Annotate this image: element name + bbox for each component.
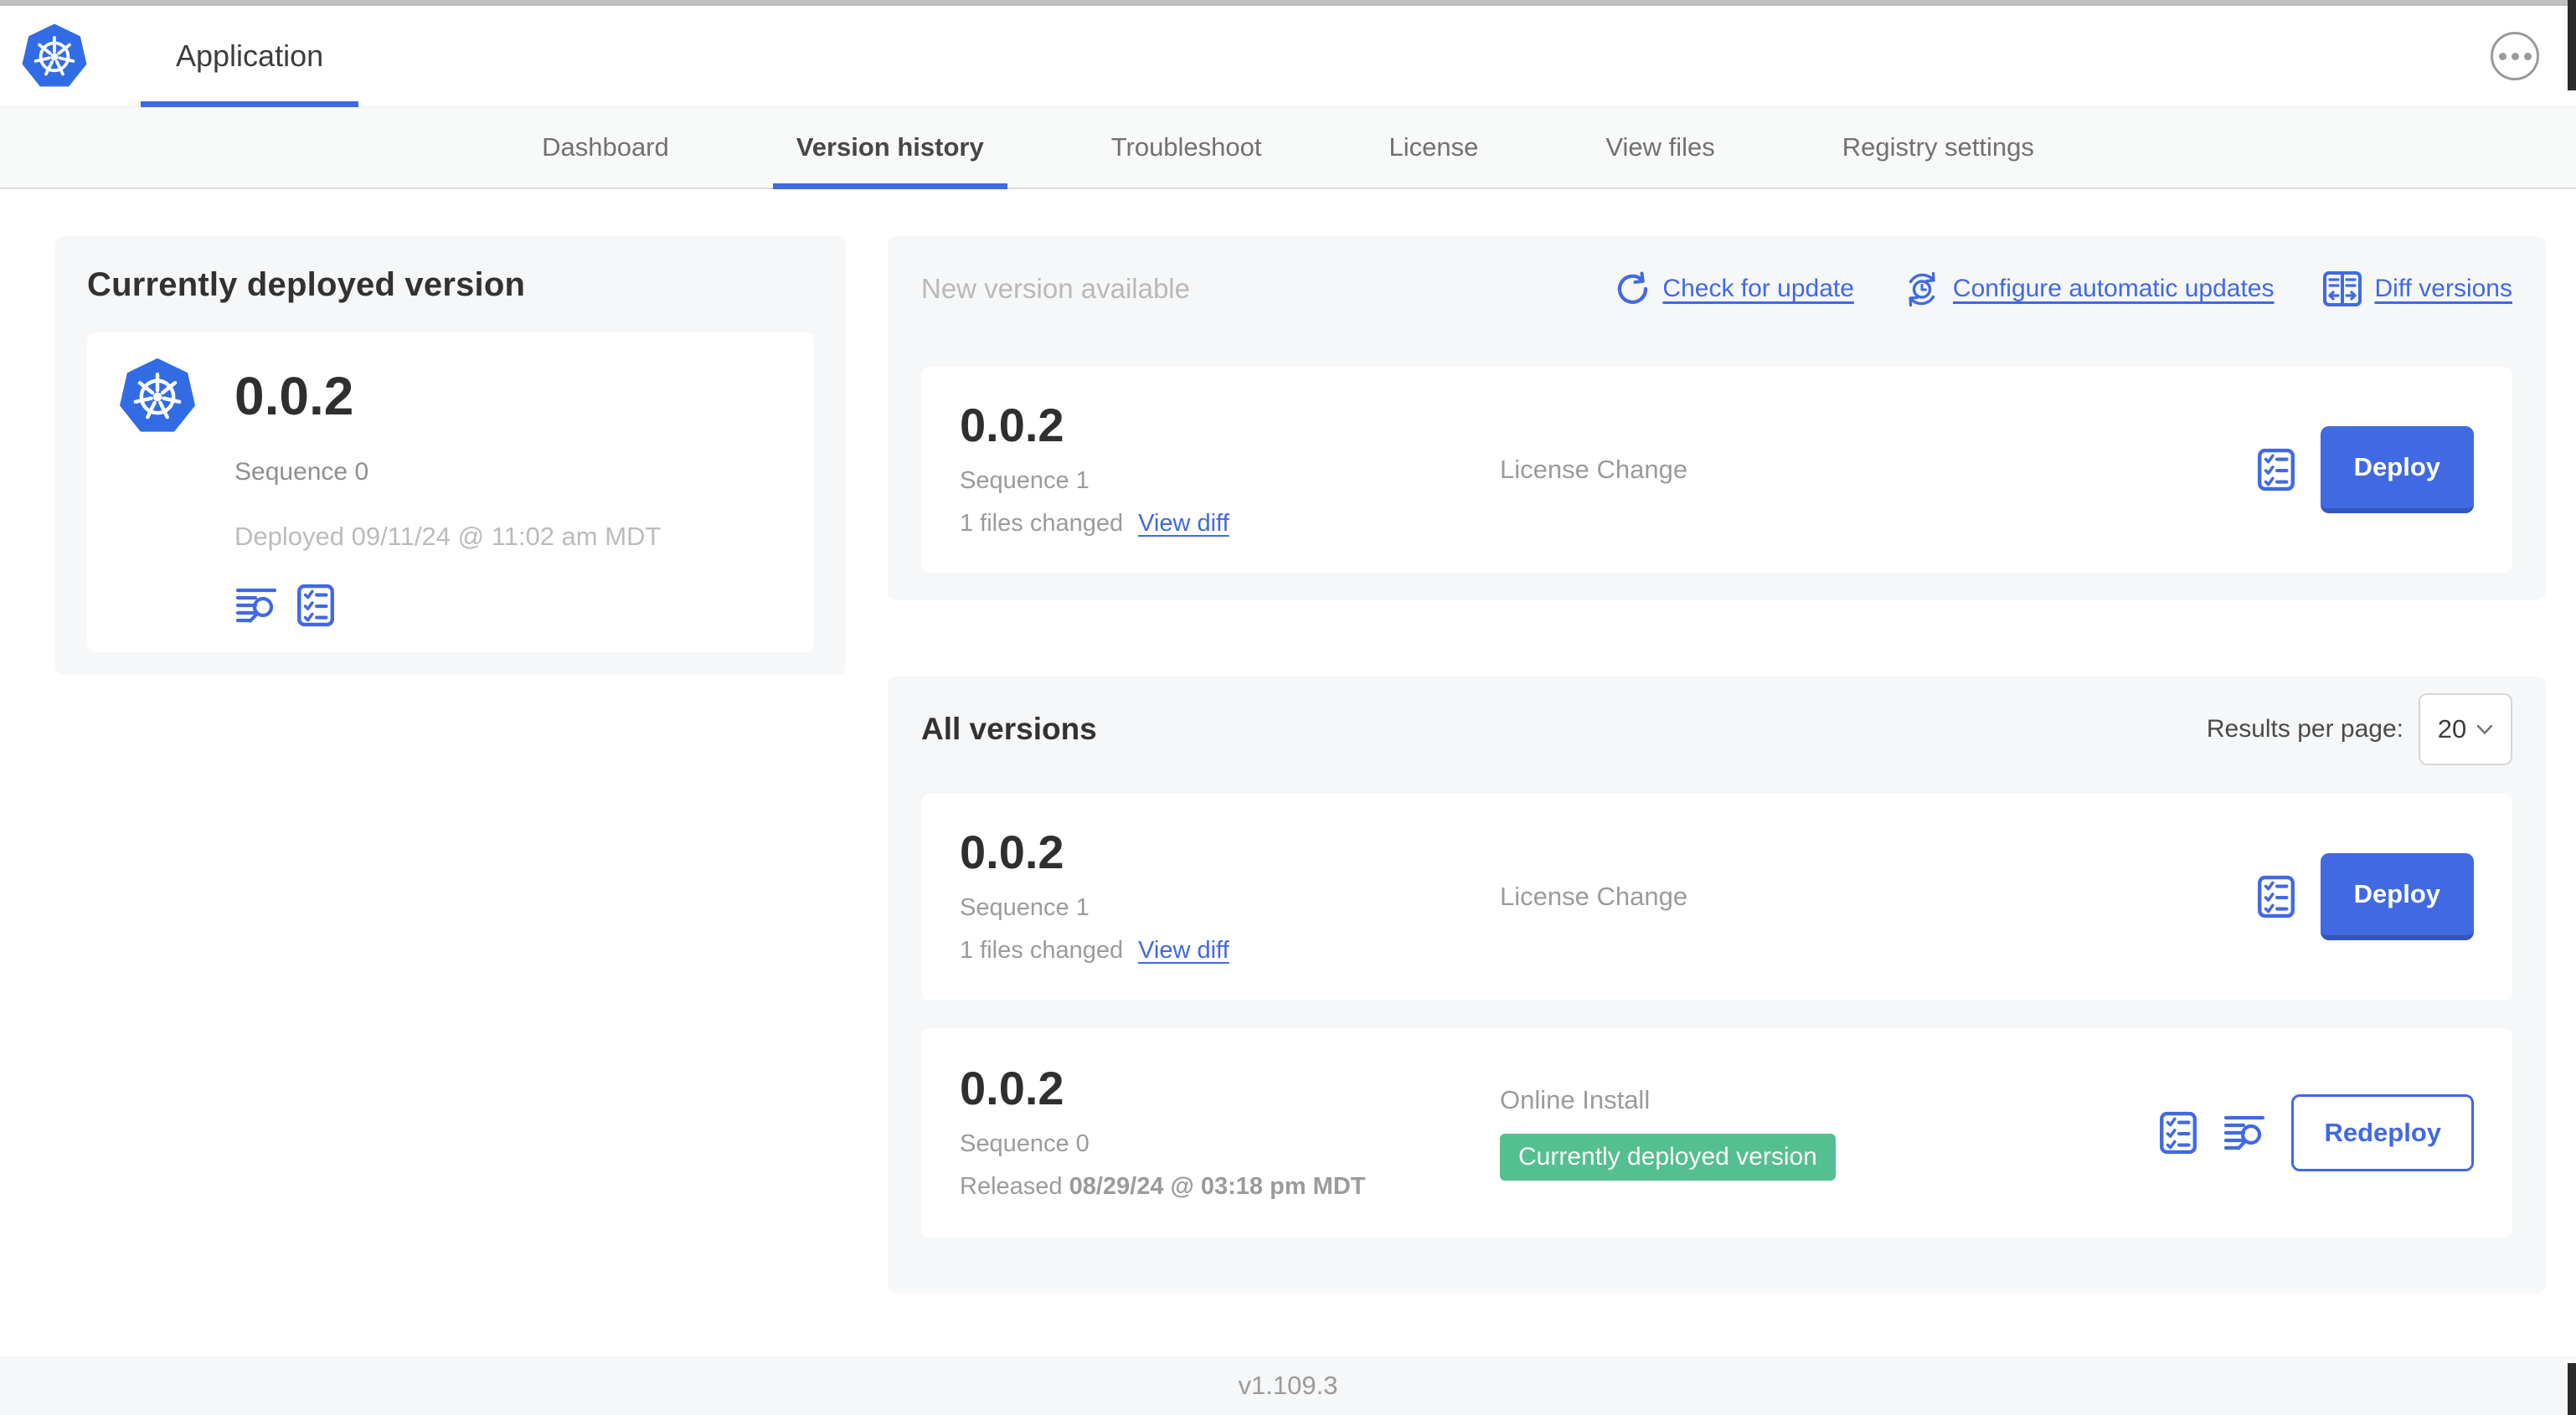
preflight-checks-icon[interactable]	[2257, 875, 2295, 918]
diff-versions-link[interactable]: Diff versions	[2322, 270, 2512, 307]
tab-troubleshoot[interactable]: Troubleshoot	[1088, 107, 1285, 188]
view-diff-link[interactable]: View diff	[1138, 510, 1229, 538]
deployed-sequence: Sequence 0	[234, 458, 369, 486]
version-number: 0.0.2	[960, 399, 1064, 451]
view-diff-link[interactable]: View diff	[1138, 937, 1229, 965]
tab-registry-settings[interactable]: Registry settings	[1819, 107, 2058, 188]
app-footer: v1.109.3	[0, 1356, 2576, 1415]
version-source: Online Install	[1500, 1085, 1651, 1114]
deployed-version-number: 0.0.2	[234, 366, 354, 426]
files-changed: 1 files changed	[960, 510, 1124, 537]
all-versions-section: All versions Results per page: 20 0.0.2 …	[888, 677, 2546, 1293]
view-logs-icon[interactable]	[2223, 1114, 2266, 1152]
ellipsis-icon	[2498, 52, 2532, 60]
scrollbar-fragment-top[interactable]	[2568, 0, 2576, 90]
version-number: 0.0.2	[960, 1062, 1064, 1114]
kubernetes-logo-icon	[20, 20, 89, 92]
results-per-page-label: Results per page:	[2206, 715, 2403, 743]
currently-deployed-card: 0.0.2 Sequence 0 Deployed 09/11/24 @ 11:…	[87, 332, 814, 652]
all-versions-title: All versions	[921, 712, 1097, 746]
version-actions: Check for update Configure automatic upd…	[1614, 270, 2512, 308]
tab-view-files[interactable]: View files	[1582, 107, 1738, 188]
version-sequence: Sequence 1	[960, 467, 1090, 494]
app-title: Application	[176, 39, 324, 73]
admin-console-version: v1.109.3	[1238, 1371, 1338, 1400]
refresh-icon	[1614, 270, 1651, 307]
version-row-sequence-1: 0.0.2 Sequence 1 1 files changed View di…	[921, 794, 2512, 1000]
preflight-checks-icon[interactable]	[296, 584, 335, 627]
version-source: License Change	[1500, 455, 1688, 484]
files-changed: 1 files changed	[960, 937, 1124, 964]
version-number: 0.0.2	[960, 826, 1064, 878]
view-logs-icon[interactable]	[234, 586, 278, 625]
scrollbar-fragment-bottom[interactable]	[2568, 1363, 2576, 1415]
diff-icon	[2322, 270, 2362, 307]
deploy-button[interactable]: Deploy	[2320, 853, 2474, 940]
app-title-tab[interactable]: Application	[141, 6, 359, 107]
redeploy-button[interactable]: Redeploy	[2291, 1094, 2474, 1171]
released-timestamp: Released 08/29/24 @ 03:18 pm MDT	[960, 1173, 1366, 1200]
results-per-page-select[interactable]: 20	[2419, 693, 2512, 765]
results-per-page: Results per page: 20	[2207, 693, 2512, 765]
window-top-edge	[0, 0, 2576, 6]
deployed-timestamp: Deployed 09/11/24 @ 11:02 am MDT	[234, 522, 662, 551]
version-sequence: Sequence 0	[960, 1130, 1090, 1157]
overflow-menu-button[interactable]	[2491, 32, 2539, 80]
currently-deployed-panel: Currently deployed version 0.0.2 Sequenc…	[55, 236, 846, 675]
kubernetes-logo-icon	[117, 354, 198, 438]
check-for-update-link[interactable]: Check for update	[1614, 270, 1854, 307]
version-source: License Change	[1500, 882, 1688, 911]
preflight-checks-icon[interactable]	[2159, 1111, 2197, 1155]
chevron-down-icon	[2476, 724, 2493, 735]
version-row-sequence-0: 0.0.2 Sequence 0 Released 08/29/24 @ 03:…	[921, 1028, 2512, 1237]
new-version-section: New version available Check for update C…	[888, 236, 2546, 599]
section-tabbar: Dashboard Version history Troubleshoot L…	[0, 107, 2576, 189]
currently-deployed-title: Currently deployed version	[87, 266, 526, 303]
tab-version-history[interactable]: Version history	[772, 107, 1007, 189]
scheduled-update-icon	[1903, 270, 1941, 308]
version-sequence: Sequence 1	[960, 894, 1090, 921]
new-version-row: 0.0.2 Sequence 1 1 files changed View di…	[921, 367, 2512, 573]
app-header: Application	[0, 6, 2576, 107]
new-version-title: New version available	[921, 273, 1190, 304]
currently-deployed-badge: Currently deployed version	[1500, 1134, 1836, 1181]
preflight-checks-icon[interactable]	[2257, 448, 2295, 491]
configure-automatic-updates-link[interactable]: Configure automatic updates	[1903, 270, 2274, 308]
deploy-button[interactable]: Deploy	[2320, 426, 2474, 513]
tab-license[interactable]: License	[1366, 107, 1502, 188]
tab-dashboard[interactable]: Dashboard	[518, 107, 693, 188]
main-content: Currently deployed version 0.0.2 Sequenc…	[0, 189, 2576, 1293]
